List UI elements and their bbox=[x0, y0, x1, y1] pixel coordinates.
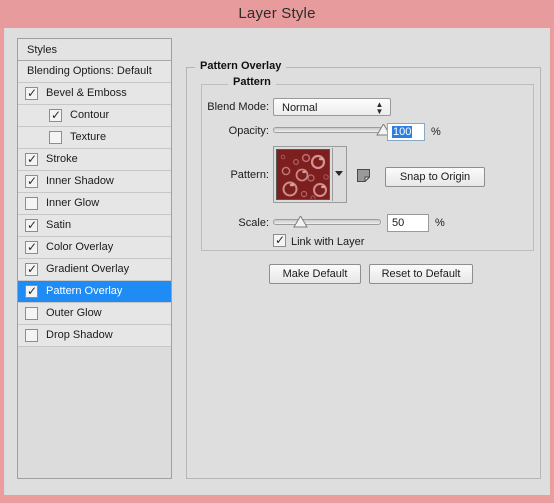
sidebar-item-gradient-overlay[interactable]: ✓ Gradient Overlay bbox=[18, 259, 171, 281]
pattern-picker-divider bbox=[332, 148, 333, 201]
sidebar-item-label: Drop Shadow bbox=[46, 329, 113, 341]
style-enable-checkbox[interactable]: ✓ bbox=[25, 285, 38, 298]
style-enable-checkbox[interactable] bbox=[25, 197, 38, 210]
sidebar-item-label: Stroke bbox=[46, 153, 78, 165]
pattern-group-title: Pattern bbox=[228, 76, 276, 88]
sidebar-item-bevel-emboss[interactable]: ✓ Bevel & Emboss bbox=[18, 83, 171, 105]
make-default-button[interactable]: Make Default bbox=[269, 264, 361, 284]
sidebar-item-outer-glow[interactable]: Outer Glow bbox=[18, 303, 171, 325]
styles-list-filler bbox=[18, 468, 171, 478]
check-icon: ✓ bbox=[27, 240, 38, 254]
reset-to-default-button[interactable]: Reset to Default bbox=[369, 264, 473, 284]
styles-list[interactable]: Blending Options: Default ✓ Bevel & Emboss… bbox=[18, 61, 171, 347]
sidebar-item-label: Color Overlay bbox=[46, 241, 114, 253]
opacity-unit: % bbox=[431, 126, 441, 138]
blend-mode-value: Normal bbox=[282, 102, 318, 114]
style-enable-checkbox[interactable]: ✓ bbox=[25, 263, 38, 276]
style-enable-checkbox[interactable]: ✓ bbox=[49, 109, 62, 122]
check-icon: ✓ bbox=[27, 284, 38, 298]
check-icon: ✓ bbox=[275, 233, 286, 247]
opacity-slider-track[interactable] bbox=[273, 127, 383, 133]
pattern-label: Pattern: bbox=[230, 169, 269, 181]
scale-slider-track[interactable] bbox=[273, 219, 381, 225]
sidebar-item-stroke[interactable]: ✓ Stroke bbox=[18, 149, 171, 171]
scale-input[interactable]: 50 bbox=[387, 214, 429, 232]
opacity-value: 100 bbox=[392, 126, 413, 138]
pattern-swatch bbox=[276, 149, 330, 200]
style-enable-checkbox[interactable]: ✓ bbox=[25, 153, 38, 166]
sidebar-item-contour[interactable]: ✓ Contour bbox=[18, 105, 171, 127]
link-with-layer-label: Link with Layer bbox=[291, 236, 365, 248]
sidebar-item-label: Inner Glow bbox=[46, 197, 100, 209]
check-icon: ✓ bbox=[27, 262, 38, 276]
style-enable-checkbox[interactable]: ✓ bbox=[25, 219, 38, 232]
style-enable-checkbox[interactable] bbox=[25, 307, 38, 320]
check-icon: ✓ bbox=[27, 86, 38, 100]
sidebar-item-pattern-overlay[interactable]: ✓ Pattern Overlay bbox=[18, 281, 171, 303]
check-icon: ✓ bbox=[51, 108, 62, 122]
pattern-picker[interactable] bbox=[273, 146, 347, 203]
style-enable-checkbox[interactable] bbox=[49, 131, 62, 144]
snap-to-origin-button[interactable]: Snap to Origin bbox=[385, 167, 485, 187]
sidebar-item-label: Contour bbox=[70, 109, 110, 121]
blend-mode-label: Blend Mode: bbox=[207, 101, 269, 113]
sidebar-item-label: Texture bbox=[70, 131, 107, 143]
title-bar: Layer Style bbox=[0, 0, 554, 28]
pattern-overlay-group-title: Pattern Overlay bbox=[195, 60, 287, 72]
check-icon: ✓ bbox=[27, 174, 38, 188]
sidebar-item-texture[interactable]: Texture bbox=[18, 127, 171, 149]
sidebar-item-label: Satin bbox=[46, 219, 72, 231]
dialog-body: Styles Blending Options: Default ✓ Bevel &… bbox=[4, 28, 550, 495]
sidebar-item-color-overlay[interactable]: ✓ Color Overlay bbox=[18, 237, 171, 259]
style-enable-checkbox[interactable]: ✓ bbox=[25, 175, 38, 188]
sidebar-item-label: Blending Options: Default bbox=[27, 65, 152, 77]
sidebar-item-inner-glow[interactable]: Inner Glow bbox=[18, 193, 171, 215]
scale-unit: % bbox=[435, 217, 445, 229]
sidebar-item-label: Pattern Overlay bbox=[46, 285, 123, 297]
chevron-down-icon[interactable] bbox=[335, 171, 343, 176]
sidebar-item-satin[interactable]: ✓ Satin bbox=[18, 215, 171, 237]
styles-panel-header: Styles bbox=[18, 39, 171, 61]
link-with-layer-checkbox[interactable]: ✓ bbox=[273, 234, 286, 247]
layer-style-dialog: Layer Style Styles Blending Options: Def… bbox=[0, 0, 554, 503]
page-title: Layer Style bbox=[238, 5, 316, 22]
scale-value: 50 bbox=[392, 217, 405, 229]
sidebar-item-label: Gradient Overlay bbox=[46, 263, 130, 275]
sidebar-item-label: Inner Shadow bbox=[46, 175, 114, 187]
styles-panel: Styles Blending Options: Default ✓ Bevel &… bbox=[17, 38, 172, 479]
styles-header-label: Styles bbox=[27, 44, 57, 56]
opacity-label: Opacity: bbox=[228, 125, 269, 137]
sidebar-item-blending-options-default[interactable]: Blending Options: Default bbox=[18, 61, 171, 83]
style-enable-checkbox[interactable]: ✓ bbox=[25, 87, 38, 100]
chevron-updown-icon: ▲ ▼ bbox=[375, 100, 384, 116]
sidebar-item-inner-shadow[interactable]: ✓ Inner Shadow bbox=[18, 171, 171, 193]
sidebar-item-label: Outer Glow bbox=[46, 307, 102, 319]
style-enable-checkbox[interactable]: ✓ bbox=[25, 241, 38, 254]
sidebar-item-label: Bevel & Emboss bbox=[46, 87, 127, 99]
scale-slider-thumb[interactable] bbox=[292, 216, 308, 228]
check-icon: ✓ bbox=[27, 152, 38, 166]
blend-mode-select[interactable]: Normal ▲ ▼ bbox=[273, 98, 391, 116]
scale-label: Scale: bbox=[238, 217, 269, 229]
opacity-input[interactable]: 100 bbox=[387, 123, 425, 141]
check-icon: ✓ bbox=[27, 218, 38, 232]
style-enable-checkbox[interactable] bbox=[25, 329, 38, 342]
new-preset-icon[interactable] bbox=[357, 169, 371, 183]
sidebar-item-drop-shadow[interactable]: Drop Shadow bbox=[18, 325, 171, 347]
